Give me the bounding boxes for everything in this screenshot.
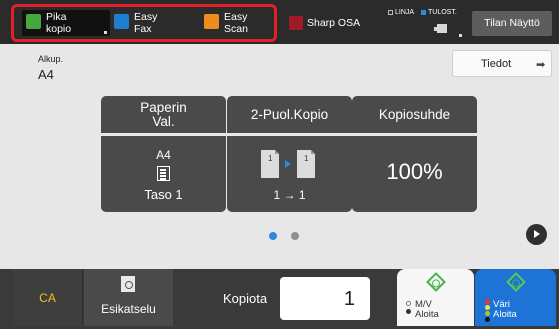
details-button[interactable]: Tiedot ➡ [452,50,552,77]
copy-ratio-tile[interactable]: Kopiosuhde 100% [352,96,477,212]
line-indicator: LINJA [388,9,414,16]
copy-ratio-title: Kopiosuhde [378,106,451,122]
line-indicator-icon [388,9,393,15]
scan-icon [204,14,219,29]
paper-select-title: Paperin Val. [140,99,187,129]
paper-tray-icon [157,166,170,181]
shortcut-easy-fax-label: Easy Fax [134,11,158,35]
duplex-mode: 1 → 1 [273,188,306,202]
page-indicator-inactive[interactable] [291,232,299,240]
copies-input[interactable]: 1 [280,277,370,320]
expand-icon [459,34,462,37]
duplex-icon: 1 1 [261,150,315,178]
expand-icon [104,31,107,34]
tile-divider [352,133,477,136]
line-indicator-label: LINJA [395,9,415,16]
preview-button[interactable]: Esikatselu [84,269,173,326]
sharp-osa-button[interactable]: Sharp OSA [288,10,374,36]
color-start-button[interactable]: Väri Aloita [475,269,556,326]
mono-start-button[interactable]: M/V Aloita [397,269,474,326]
color-indicator-icon [485,299,490,322]
shortcut-easy-fax[interactable]: Easy Fax [114,10,202,36]
top-bar: Pika kopio Easy Fax Easy Scan Sharp OSA … [0,0,559,44]
paper-tray: Taso 1 [144,187,183,202]
copies-label: Kopiota [223,291,268,306]
shortcut-easy-scan[interactable]: Easy Scan [204,10,274,36]
color-start-label: Väri Aloita [493,299,517,320]
original-size[interactable]: A4 [38,67,54,82]
original-label: Alkup. [38,54,64,64]
duplex-copy-tile[interactable]: 2-Puol.Kopio 1 1 1 → 1 [227,96,352,212]
duplex-source-page: 1 [268,154,273,163]
paper-size: A4 [156,148,171,162]
start-icon [426,272,446,292]
printer-icon [434,24,447,33]
fax-icon [114,14,129,29]
mono-start-label: M/V Aloita [415,299,439,320]
status-display-button[interactable]: Tilan Näyttö [472,11,552,36]
copy-icon [26,14,41,29]
tile-divider [101,133,226,136]
duplex-target-page: 1 [304,154,309,163]
copies-control: Kopiota 1 [206,269,371,326]
arrow-right-icon: ➡ [536,59,546,71]
preview-icon [121,276,135,292]
page-indicator-active[interactable] [269,232,277,240]
mono-indicator-icon [406,301,411,316]
details-button-label: Tiedot [481,58,512,70]
shortcut-quick-copy[interactable]: Pika kopio [22,10,110,36]
tile-divider [227,133,352,136]
copy-ratio-value: 100% [386,159,443,184]
next-page-button[interactable] [526,224,547,245]
preview-button-label: Esikatselu [101,302,156,316]
shortcut-quick-copy-label: Pika kopio [46,11,72,35]
duplex-copy-title: 2-Puol.Kopio [250,106,329,122]
print-indicator-label: TULOST. [428,9,457,16]
osa-icon [289,16,303,30]
print-indicator-icon [421,9,426,15]
clear-all-button[interactable]: CA [13,269,83,326]
paper-select-tile[interactable]: Paperin Val. A4 Taso 1 [101,96,226,212]
sharp-osa-label: Sharp OSA [307,17,361,29]
shortcut-easy-scan-label: Easy Scan [224,11,248,35]
start-icon [506,272,526,292]
print-indicator: TULOST. [421,9,457,16]
